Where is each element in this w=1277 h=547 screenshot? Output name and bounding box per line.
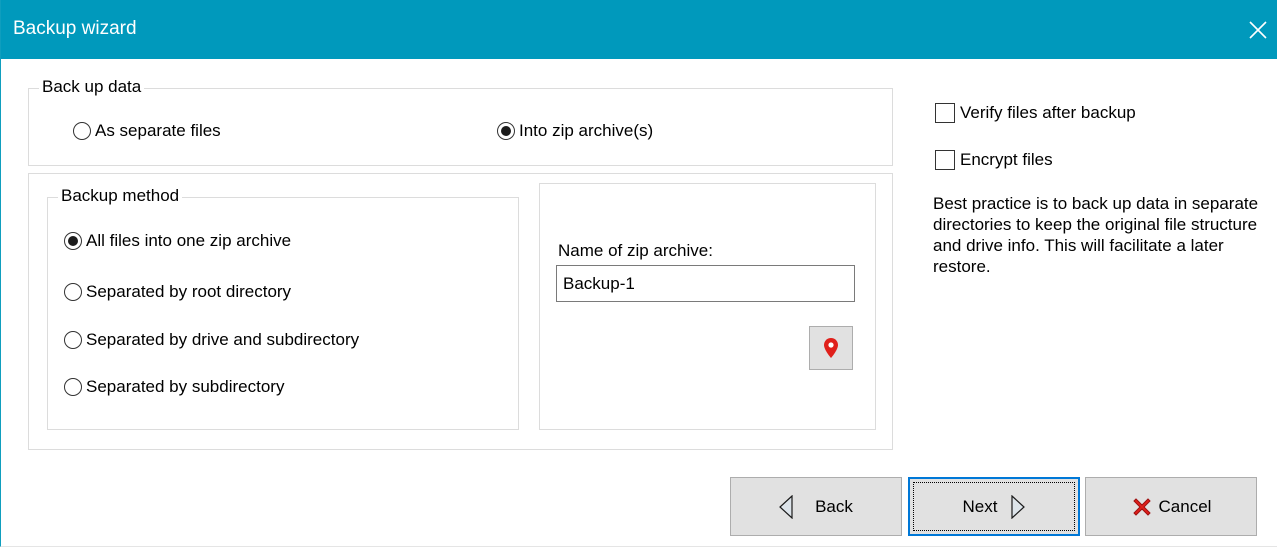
encrypt-files-checkbox[interactable]: Encrypt files	[935, 150, 1053, 170]
radio-label: All files into one zip archive	[86, 231, 292, 250]
radio-circle	[64, 283, 82, 301]
triangle-left-icon	[779, 494, 793, 519]
close-button[interactable]	[1238, 0, 1277, 59]
back-button-label: Back	[815, 496, 853, 516]
radio-label: Separated by root directory	[86, 282, 292, 301]
radio-as-separate-files[interactable]: As separate files	[73, 121, 221, 141]
back-button[interactable]: Back	[730, 477, 902, 536]
close-icon	[1249, 20, 1267, 39]
radio-label: Separated by drive and subdirectory	[86, 330, 360, 349]
backup-method-legend: Backup method	[58, 186, 183, 206]
radio-separated-by-root-directory[interactable]: Separated by root directory	[64, 282, 291, 302]
back-up-data-legend: Back up data	[39, 77, 145, 97]
radio-label: Separated by subdirectory	[86, 377, 285, 396]
checkbox-label: Encrypt files	[960, 150, 1053, 169]
radio-all-files-one-zip[interactable]: All files into one zip archive	[64, 231, 291, 251]
checkbox-box	[935, 150, 955, 170]
radio-circle	[64, 331, 82, 349]
radio-into-zip-archives[interactable]: Into zip archive(s)	[497, 121, 653, 141]
choose-location-button[interactable]	[809, 326, 853, 370]
next-button-label: Next	[962, 496, 998, 516]
next-button[interactable]: Next	[908, 477, 1080, 536]
zip-archive-panel	[539, 183, 876, 430]
title-bar: Backup wizard	[1, 0, 1277, 59]
radio-separated-by-drive-and-subdirectory[interactable]: Separated by drive and subdirectory	[64, 330, 359, 350]
window-title: Backup wizard	[13, 18, 137, 39]
radio-circle	[64, 378, 82, 396]
verify-files-checkbox[interactable]: Verify files after backup	[935, 103, 1136, 123]
red-x-icon	[1131, 496, 1153, 518]
zip-archive-name-label: Name of zip archive:	[558, 241, 713, 260]
radio-circle	[64, 232, 82, 250]
radio-label: Into zip archive(s)	[519, 121, 654, 140]
radio-separated-by-subdirectory[interactable]: Separated by subdirectory	[64, 377, 284, 397]
best-practice-note: Best practice is to back up data in sepa…	[933, 194, 1259, 276]
radio-label: As separate files	[95, 121, 221, 140]
cancel-button[interactable]: Cancel	[1085, 477, 1257, 536]
checkbox-label: Verify files after backup	[960, 103, 1136, 122]
radio-circle	[497, 122, 515, 140]
triangle-right-icon	[1011, 494, 1026, 519]
backup-wizard-window: Backup wizard Back up data As separate f…	[0, 0, 1277, 547]
radio-circle	[73, 122, 91, 140]
checkbox-box	[935, 103, 955, 123]
map-pin-icon	[824, 338, 838, 358]
zip-archive-name-input[interactable]	[556, 265, 855, 302]
cancel-button-label: Cancel	[1158, 496, 1212, 516]
